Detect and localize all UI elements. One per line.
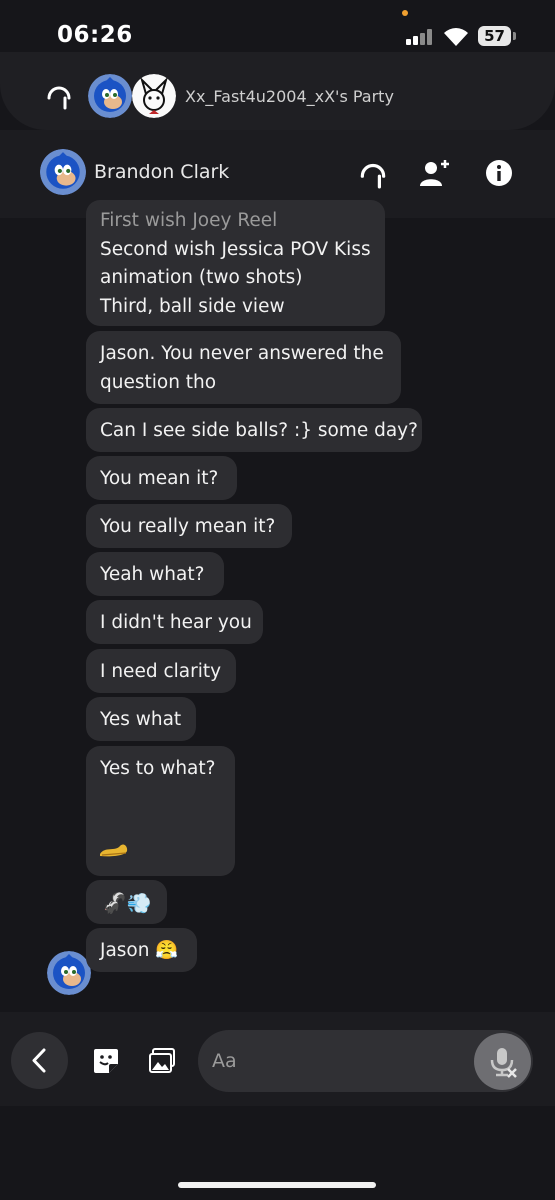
info-icon[interactable] bbox=[483, 157, 515, 189]
foot-sticker bbox=[100, 844, 128, 857]
message-text: Yes to what? bbox=[100, 758, 216, 779]
message-text: Jason 😤 bbox=[100, 940, 179, 961]
chevron-left-icon bbox=[32, 1048, 46, 1073]
voice-message-button[interactable] bbox=[474, 1033, 531, 1090]
party-title[interactable]: Xx_Fast4u2004_xX's Party bbox=[185, 87, 394, 106]
image-gallery-icon[interactable] bbox=[148, 1047, 176, 1075]
message-text: I didn't hear you bbox=[100, 612, 252, 633]
battery-icon: 57 bbox=[478, 26, 516, 46]
microphone-muted-icon bbox=[490, 1048, 517, 1078]
message-bubble[interactable]: I didn't hear you bbox=[86, 600, 263, 644]
party-member-avatar[interactable] bbox=[88, 74, 132, 118]
message-bubble[interactable]: Can I see side balls? :} some day? bbox=[86, 408, 422, 452]
cellular-signal-icon bbox=[406, 29, 434, 45]
message-line: Jason. You never answered the bbox=[100, 343, 384, 364]
message-line: First wish Joey Reel bbox=[100, 210, 278, 231]
message-text: Can I see side balls? :} some day? bbox=[100, 420, 418, 441]
skunk-emoji: 🦨💨 bbox=[102, 891, 152, 915]
message-text: You mean it? bbox=[100, 468, 219, 489]
message-bubble[interactable]: Yeah what? bbox=[86, 552, 224, 596]
add-friend-icon[interactable] bbox=[418, 157, 450, 189]
headset-icon[interactable] bbox=[44, 80, 74, 110]
message-line: Second wish Jessica POV Kiss bbox=[100, 238, 371, 260]
message-bubble[interactable]: Jason 😤 bbox=[86, 928, 197, 972]
message-text: Yeah what? bbox=[100, 564, 205, 585]
message-line: question tho bbox=[100, 371, 217, 393]
privacy-indicator-dot bbox=[402, 10, 408, 16]
message-bubble[interactable]: Yes to what? bbox=[86, 746, 235, 876]
message-bubble[interactable]: Jason. You never answered the question t… bbox=[86, 331, 401, 404]
battery-level: 57 bbox=[478, 26, 511, 46]
back-button[interactable] bbox=[11, 1032, 68, 1089]
contact-avatar[interactable] bbox=[40, 149, 86, 195]
sender-avatar[interactable] bbox=[47, 951, 91, 995]
message-line: animation (two shots) bbox=[100, 267, 303, 288]
message-line: Third, ball side view bbox=[100, 295, 285, 317]
status-time: 06:26 bbox=[57, 22, 133, 48]
message-text: You really mean it? bbox=[100, 516, 276, 537]
voice-chat-icon[interactable] bbox=[357, 157, 389, 189]
contact-name[interactable]: Brandon Clark bbox=[94, 161, 229, 183]
message-bubble[interactable]: You really mean it? bbox=[86, 504, 292, 548]
message-bubble[interactable]: First wish Joey Reel Second wish Jessica… bbox=[86, 200, 385, 326]
sticker-icon[interactable] bbox=[92, 1047, 120, 1075]
message-bubble[interactable]: You mean it? bbox=[86, 456, 237, 500]
message-text: I need clarity bbox=[100, 661, 222, 682]
message-text: Yes what bbox=[100, 709, 182, 730]
party-member-avatar[interactable] bbox=[132, 74, 176, 118]
message-bubble[interactable]: I need clarity bbox=[86, 649, 236, 693]
message-bubble[interactable]: Yes what bbox=[86, 697, 196, 741]
wifi-icon bbox=[444, 28, 468, 46]
message-bubble[interactable]: 🦨💨 bbox=[86, 880, 167, 924]
home-indicator[interactable] bbox=[178, 1182, 376, 1188]
